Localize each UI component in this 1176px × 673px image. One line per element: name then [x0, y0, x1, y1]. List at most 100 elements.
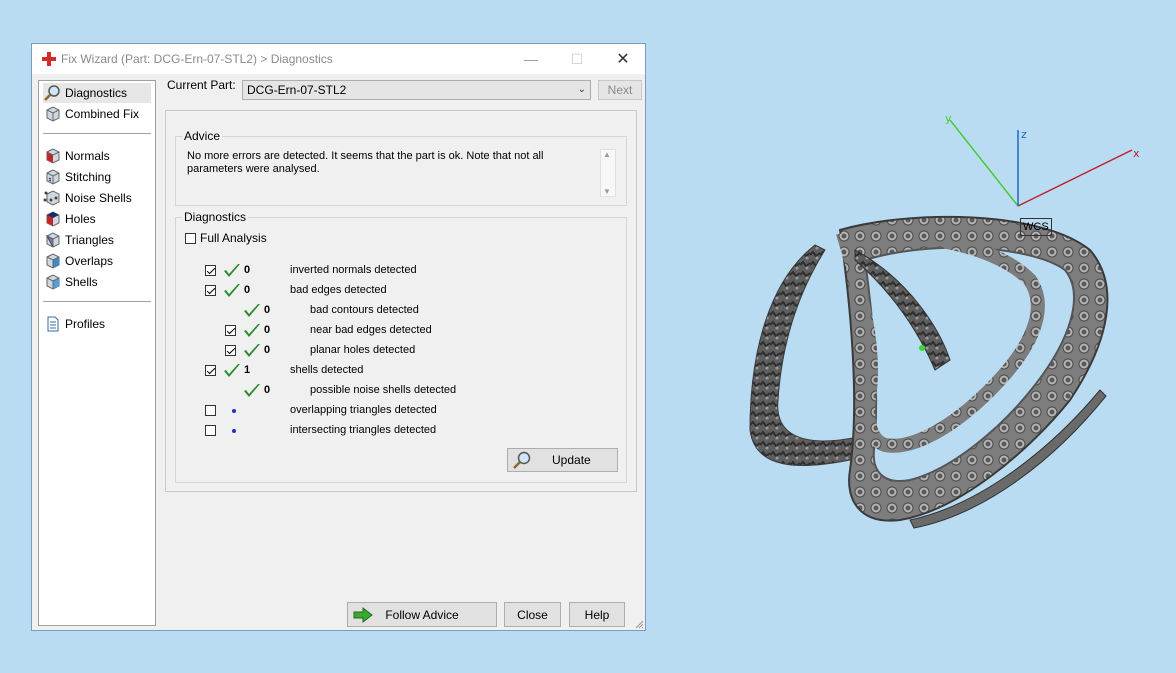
sidebar-item-profiles[interactable]: Profiles — [43, 314, 105, 334]
diagnostic-label: planar holes detected — [310, 344, 416, 356]
cube-icon — [46, 106, 60, 122]
advice-scrollbar[interactable]: ▲ ▼ — [600, 149, 616, 197]
scroll-up-icon[interactable]: ▲ — [603, 150, 611, 159]
title-bar[interactable]: Fix Wizard (Part: DCG-Ern-07-STL2) > Dia… — [32, 44, 645, 74]
diagnostic-checkbox[interactable] — [205, 405, 216, 416]
close-icon: ✕ — [616, 51, 630, 68]
sidebar-item-holes[interactable]: Holes — [43, 209, 96, 229]
cube-dots-icon — [43, 190, 60, 206]
next-button[interactable]: Next — [598, 80, 642, 100]
resize-grip-icon[interactable] — [634, 619, 644, 629]
minimize-button[interactable]: — — [508, 44, 554, 74]
document-icon — [47, 316, 59, 332]
diagnostic-row: 0 bad edges detected — [176, 281, 616, 301]
diagnostic-checkbox[interactable] — [205, 365, 216, 376]
sidebar-item-overlaps[interactable]: Overlaps — [43, 251, 113, 271]
diagnostic-label: overlapping triangles detected — [290, 404, 437, 416]
sidebar-item-label: Stitching — [65, 170, 112, 184]
diagnostic-label: inverted normals detected — [290, 264, 417, 276]
sidebar-item-diagnostics[interactable]: Diagnostics — [43, 83, 151, 103]
sidebar-item-combined-fix[interactable]: Combined Fix — [43, 104, 139, 124]
wcs-label: WCS — [1020, 218, 1052, 236]
diagnostic-checkbox[interactable] — [225, 325, 236, 336]
sidebar-item-triangles[interactable]: Triangles — [43, 230, 114, 250]
diagnostic-count: 0 — [244, 284, 251, 296]
diagnostic-row: overlapping triangles detected — [176, 401, 616, 421]
green-check-icon — [244, 324, 260, 337]
fix-wizard-dialog: Fix Wizard (Part: DCG-Ern-07-STL2) > Dia… — [31, 43, 646, 631]
sidebar-item-noise-shells[interactable]: Noise Shells — [43, 188, 132, 208]
close-window-button[interactable]: ✕ — [600, 44, 646, 74]
diagnostic-count: 0 — [264, 324, 271, 336]
full-analysis-checkbox[interactable]: Full Analysis — [185, 231, 267, 245]
sidebar-item-label: Overlaps — [65, 254, 114, 268]
sidebar-item-label: Shells — [65, 275, 98, 289]
sidebar-item-stitching[interactable]: Stitching — [43, 167, 111, 187]
diagnostic-count: 0 — [264, 304, 271, 316]
diagnostics-panel: Advice No more errors are detected. It s… — [165, 110, 637, 492]
update-label: Update — [552, 453, 591, 467]
diagnostic-row: 1 shells detected — [176, 361, 616, 381]
cube-overlap-icon — [46, 253, 60, 269]
sidebar-divider — [43, 133, 151, 134]
diagnostics-group: Diagnostics Full Analysis 0 inverted norm… — [175, 210, 627, 483]
maximize-button[interactable]: ☐ — [554, 44, 600, 74]
y-axis-label: y — [945, 112, 952, 125]
advice-title: Advice — [182, 129, 223, 143]
diagnostic-checkbox[interactable] — [205, 285, 216, 296]
current-part-value: DCG-Ern-07-STL2 — [247, 83, 347, 97]
update-button[interactable]: Update — [507, 448, 618, 472]
magnifier-icon — [44, 85, 60, 101]
full-analysis-label: Full Analysis — [200, 231, 267, 245]
z-axis-label: z — [1021, 128, 1027, 141]
current-part-label: Current Part: — [167, 78, 236, 92]
diagnostic-label: bad contours detected — [310, 304, 419, 316]
maximize-icon: ☐ — [570, 50, 584, 67]
not-analysed-dot-icon — [232, 429, 236, 433]
diagnostic-row: 0 inverted normals detected — [176, 261, 616, 281]
current-part-select[interactable]: DCG-Ern-07-STL2 ⌄ — [242, 80, 591, 100]
app-cross-icon — [42, 52, 56, 66]
green-check-icon — [244, 384, 260, 397]
sidebar-item-label: Profiles — [65, 317, 106, 331]
minimize-icon: — — [524, 51, 538, 67]
sidebar-item-label: Noise Shells — [65, 191, 132, 205]
cube-stitch-icon — [46, 169, 60, 185]
close-button[interactable]: Close — [504, 602, 561, 627]
arrow-right-icon — [353, 606, 373, 624]
diagnostic-label: shells detected — [290, 364, 364, 376]
sidebar-item-shells[interactable]: Shells — [43, 272, 98, 292]
help-button[interactable]: Help — [569, 602, 625, 627]
diagnostic-count: 1 — [244, 364, 251, 376]
window-title: Fix Wizard (Part: DCG-Ern-07-STL2) > Dia… — [61, 52, 333, 66]
diagnostic-label: near bad edges detected — [310, 324, 432, 336]
diagnostic-label: intersecting triangles detected — [290, 424, 437, 436]
sidebar-item-normals[interactable]: Normals — [43, 146, 110, 166]
follow-advice-button[interactable]: Follow Advice — [347, 602, 497, 627]
diagnostic-row: intersecting triangles detected — [176, 421, 616, 441]
checkbox[interactable] — [185, 232, 196, 244]
green-check-icon — [224, 364, 240, 377]
sidebar-item-label: Triangles — [65, 233, 114, 247]
sidebar-item-label: Combined Fix — [65, 107, 140, 121]
diagnostic-label: bad edges detected — [290, 284, 387, 296]
green-check-icon — [224, 264, 240, 277]
cube-triangle-icon — [45, 232, 60, 248]
sidebar-divider — [43, 301, 151, 302]
3d-viewport[interactable]: x y z — [660, 100, 1160, 540]
axis-triad — [949, 119, 1133, 207]
diagnostic-row: 0 planar holes detected — [176, 341, 616, 361]
diagnostic-row: 0 near bad edges detected — [176, 321, 616, 341]
diagnostic-count: 0 — [244, 264, 251, 276]
magnifier-icon — [513, 451, 531, 469]
follow-advice-label: Follow Advice — [385, 607, 459, 622]
diagnostic-checkbox[interactable] — [225, 345, 236, 356]
scroll-down-icon[interactable]: ▼ — [603, 187, 611, 196]
diagnostic-checkbox[interactable] — [205, 265, 216, 276]
diagnostic-checkbox[interactable] — [205, 425, 216, 436]
diagnostic-count: 0 — [264, 384, 271, 396]
x-axis-label: x — [1133, 147, 1140, 160]
diagnostic-label: possible noise shells detected — [310, 384, 457, 396]
diagnostic-row: 0 possible noise shells detected — [176, 381, 616, 401]
advice-text: No more errors are detected. It seems th… — [187, 150, 544, 175]
